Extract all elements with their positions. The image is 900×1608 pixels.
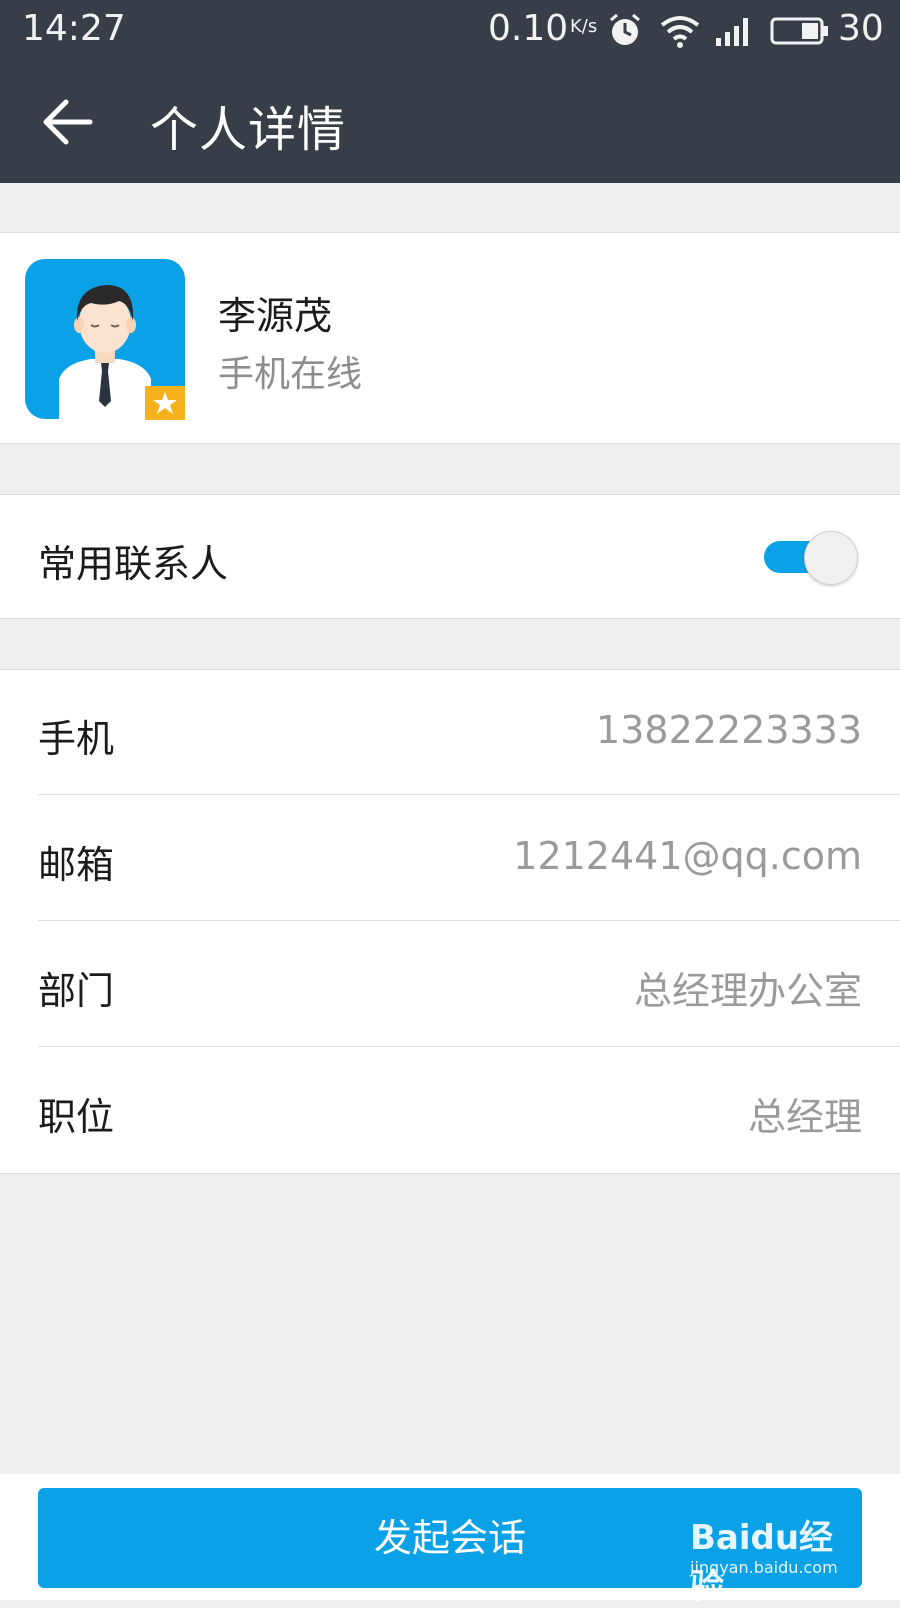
profile-card: 李源茂 手机在线 xyxy=(0,232,900,444)
back-arrow-icon[interactable] xyxy=(40,96,100,148)
favorite-contact-toggle[interactable] xyxy=(764,531,858,585)
status-time: 14:27 xyxy=(22,8,126,49)
divider xyxy=(38,1046,900,1047)
email-value[interactable]: 1212441@qq.com xyxy=(513,834,862,878)
detail-label: 手机 xyxy=(38,717,115,761)
detail-row-email[interactable]: 邮箱 1212441@qq.com xyxy=(0,796,900,921)
wifi-icon xyxy=(658,13,702,53)
4g-signal-icon xyxy=(714,12,754,52)
net-speed: 0.10 xyxy=(488,8,569,49)
detail-row-phone[interactable]: 手机 13822223333 xyxy=(0,670,900,795)
page-title: 个人详情 xyxy=(150,102,347,158)
status-bar: 14:27 0.10 K/s 30 xyxy=(0,0,900,60)
detail-row-department: 部门 总经理办公室 xyxy=(0,922,900,1047)
department-value: 总经理办公室 xyxy=(633,969,862,1013)
baidu-watermark: Baidu经验 jingyan.baidu.com xyxy=(690,1500,860,1607)
online-status: 手机在线 xyxy=(218,354,363,395)
alarm-icon xyxy=(607,12,643,52)
favorite-contact-row: 常用联系人 xyxy=(0,494,900,619)
toggle-knob xyxy=(804,531,858,585)
contact-name: 李源茂 xyxy=(218,294,333,338)
watermark-url: jingyan.baidu.com xyxy=(690,1558,838,1577)
app-header: 14:27 0.10 K/s 30 个人详情 xyxy=(0,0,900,183)
phone-value[interactable]: 13822223333 xyxy=(596,708,862,752)
divider xyxy=(38,920,900,921)
battery-icon xyxy=(770,16,830,50)
net-unit: K/s xyxy=(570,16,598,37)
battery-level: 30 xyxy=(838,8,884,49)
star-icon xyxy=(145,386,185,420)
detail-label: 职位 xyxy=(38,1095,115,1139)
position-value: 总经理 xyxy=(747,1095,862,1139)
contact-details: 手机 13822223333 邮箱 1212441@qq.com 部门 总经理办… xyxy=(0,669,900,1174)
detail-label: 邮箱 xyxy=(38,843,115,887)
detail-label: 部门 xyxy=(38,969,115,1013)
favorite-contact-label: 常用联系人 xyxy=(38,542,229,586)
detail-row-position: 职位 总经理 xyxy=(0,1048,900,1173)
divider xyxy=(38,794,900,795)
